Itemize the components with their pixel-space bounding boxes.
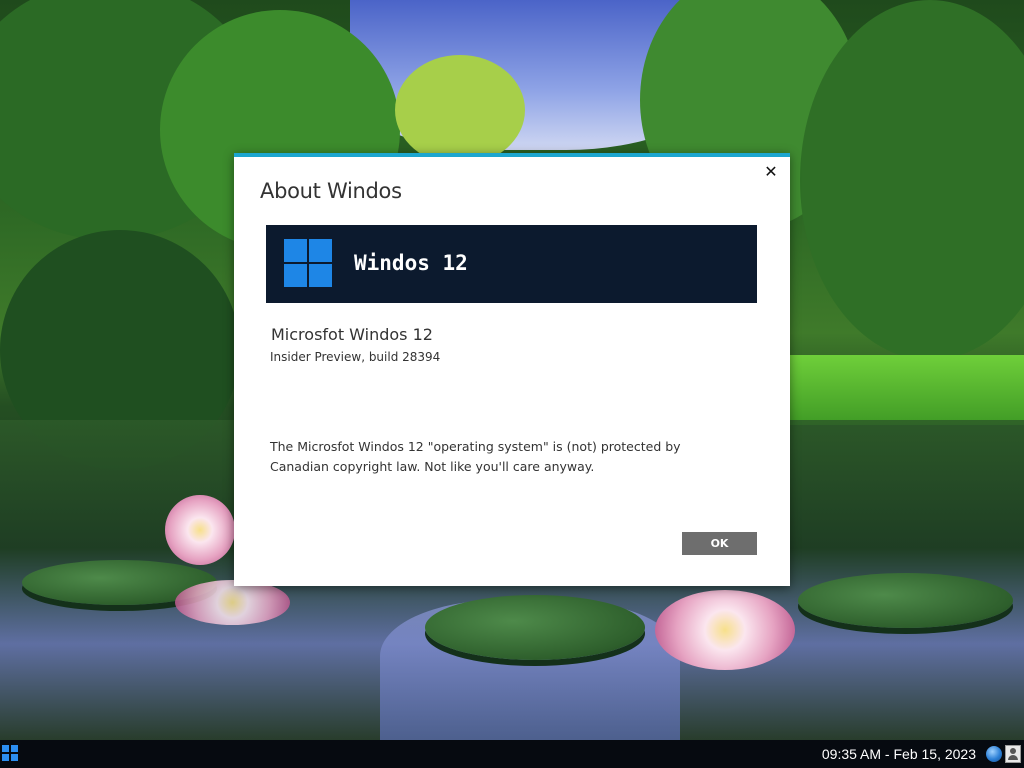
banner-title: Windos 12	[354, 251, 468, 275]
ok-button[interactable]: OK	[682, 532, 757, 555]
lotus-flower	[165, 495, 235, 565]
legal-notice: The Microsfot Windos 12 "operating syste…	[270, 439, 681, 474]
lily-pad	[425, 595, 645, 660]
taskbar: 09:35 AM - Feb 15, 2023	[0, 740, 1024, 768]
close-button[interactable]: ✕	[760, 161, 782, 183]
user-icon[interactable]	[1005, 745, 1021, 763]
windows-logo-icon	[284, 239, 332, 287]
product-name: Microsfot Windos 12	[271, 325, 433, 344]
lotus-flower	[655, 590, 795, 670]
wallpaper-tree	[395, 55, 525, 165]
lily-pad	[798, 573, 1013, 628]
globe-icon[interactable]	[986, 746, 1002, 762]
taskbar-clock[interactable]: 09:35 AM - Feb 15, 2023	[822, 746, 976, 762]
build-info: Insider Preview, build 28394	[270, 350, 441, 364]
lotus-flower	[175, 580, 290, 625]
product-banner: Windos 12	[266, 225, 757, 303]
about-dialog: ✕ About Windos Windos 12 Microsfot Windo…	[234, 153, 790, 586]
dialog-title: About Windos	[260, 179, 402, 203]
start-icon[interactable]	[2, 745, 18, 761]
wallpaper-grass	[790, 355, 1024, 425]
